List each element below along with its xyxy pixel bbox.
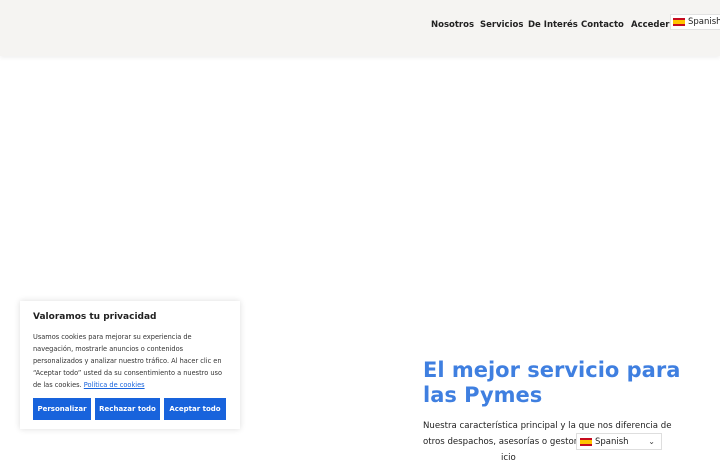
nav-item-contacto[interactable]: Contacto [581,20,624,30]
cookie-banner-text: Usamos cookies para mejorar su experienc… [33,331,229,391]
nav-item-servicios[interactable]: Servicios [480,20,523,30]
hero-title: El mejor servicio para las Pymes [423,358,681,407]
nav-item-nosotros[interactable]: Nosotros [431,20,474,30]
nav-item-de-interes[interactable]: De Interés [528,20,578,30]
language-switcher-footer[interactable]: Spanish ⌄ [576,433,662,450]
customize-button[interactable]: Personalizar [33,398,91,420]
site-header: Nosotros Servicios De Interés Contacto A… [0,0,720,56]
spain-flag-icon [673,18,685,26]
language-switcher[interactable]: Spanish [670,14,720,30]
spain-flag-icon [580,437,592,446]
hero-text-end: icio [501,453,516,463]
footer-language-label: Spanish [595,436,629,447]
nav-item-acceder[interactable]: Acceder [631,20,669,30]
accept-all-button[interactable]: Aceptar todo [164,398,226,420]
main-nav: Nosotros Servicios De Interés Contacto A… [0,20,720,34]
reject-all-button[interactable]: Rechazar todo [95,398,160,420]
cookie-banner-title: Valoramos tu privacidad [33,312,157,322]
cookie-policy-link[interactable]: Política de cookies [84,381,145,389]
language-label: Spanish [688,17,720,27]
cookie-consent-banner: Valoramos tu privacidad Usamos cookies p… [20,301,240,429]
chevron-down-icon: ⌄ [648,437,655,446]
